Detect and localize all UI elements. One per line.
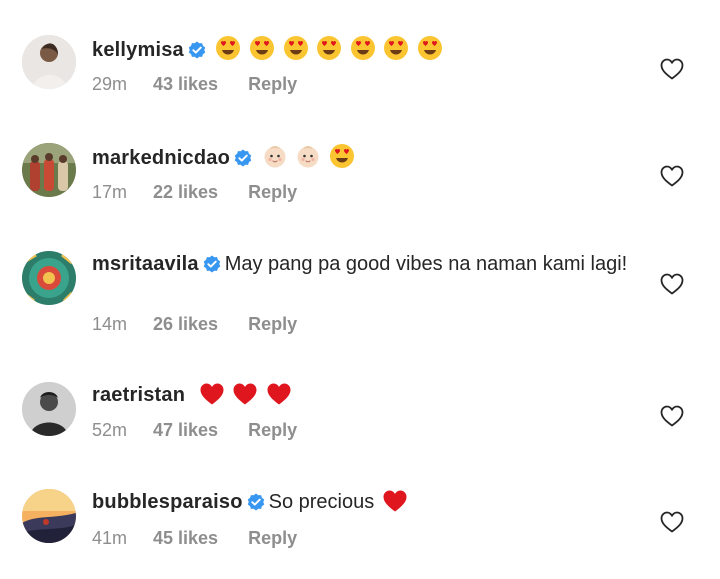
heart-eyes-emoji <box>316 35 342 69</box>
like-heart-icon[interactable] <box>660 405 684 427</box>
username-link[interactable]: raetristan <box>92 384 185 406</box>
likes-count[interactable]: 45 likes <box>153 528 218 549</box>
reply-button[interactable]: Reply <box>248 420 297 441</box>
comment-meta: 17m 22 likes Reply <box>92 182 297 203</box>
comment-line: bubblesparaiso So precious <box>92 489 632 521</box>
likes-count[interactable]: 22 likes <box>153 182 218 203</box>
comment-line: kellymisa <box>92 35 632 69</box>
timestamp: 29m <box>92 74 128 94</box>
avatar[interactable] <box>22 143 76 197</box>
likes-count[interactable]: 47 likes <box>153 420 218 441</box>
heart-eyes-emoji <box>249 35 275 69</box>
comment-meta: 14m 26 likes Reply <box>92 314 297 335</box>
reply-button[interactable]: Reply <box>248 528 297 549</box>
red-heart-emoji <box>199 382 225 414</box>
username-link[interactable]: markednicdao <box>92 147 230 169</box>
baby-emoji <box>295 143 321 177</box>
comment-text: May pang pa good vibes na naman kami lag… <box>224 253 628 275</box>
like-heart-icon[interactable] <box>660 511 684 533</box>
comment-meta: 29m 43 likes Reply <box>92 74 297 95</box>
red-heart-emoji <box>266 382 292 414</box>
reply-button[interactable]: Reply <box>248 182 297 203</box>
likes-count[interactable]: 43 likes <box>153 74 218 95</box>
username-link[interactable]: bubblesparaiso <box>92 491 243 513</box>
like-heart-icon[interactable] <box>660 165 684 187</box>
comment-line: markednicdao <box>92 143 632 177</box>
comment-line: msritaavila May pang pa good vibes na na… <box>92 251 632 281</box>
timestamp: 14m <box>92 314 128 334</box>
heart-eyes-emoji <box>417 35 443 69</box>
heart-eyes-emoji <box>350 35 376 69</box>
comment-meta: 52m 47 likes Reply <box>92 420 297 441</box>
likes-count[interactable]: 26 likes <box>153 314 218 335</box>
reply-button[interactable]: Reply <box>248 74 297 95</box>
verified-badge-icon <box>188 40 206 67</box>
username-link[interactable]: msritaavila <box>92 253 199 275</box>
avatar[interactable] <box>22 489 76 543</box>
timestamp: 41m <box>92 528 128 548</box>
heart-eyes-emoji <box>215 35 241 69</box>
comment-text: So precious <box>268 491 375 513</box>
avatar[interactable] <box>22 251 76 305</box>
comment-meta: 41m 45 likes Reply <box>92 528 297 549</box>
reply-button[interactable]: Reply <box>248 314 297 335</box>
heart-eyes-emoji <box>283 35 309 69</box>
baby-emoji <box>262 143 288 177</box>
like-heart-icon[interactable] <box>660 58 684 80</box>
like-heart-icon[interactable] <box>660 273 684 295</box>
heart-eyes-emoji <box>383 35 409 69</box>
avatar[interactable] <box>22 382 76 436</box>
verified-badge-icon <box>247 492 265 519</box>
avatar[interactable] <box>22 35 76 89</box>
heart-eyes-emoji <box>329 143 355 177</box>
timestamp: 17m <box>92 182 128 202</box>
red-heart-emoji <box>382 489 408 521</box>
username-link[interactable]: kellymisa <box>92 39 184 61</box>
verified-badge-icon <box>203 254 221 281</box>
red-heart-emoji <box>232 382 258 414</box>
comment-line: raetristan <box>92 382 632 414</box>
timestamp: 52m <box>92 420 128 440</box>
verified-badge-icon <box>234 148 252 175</box>
